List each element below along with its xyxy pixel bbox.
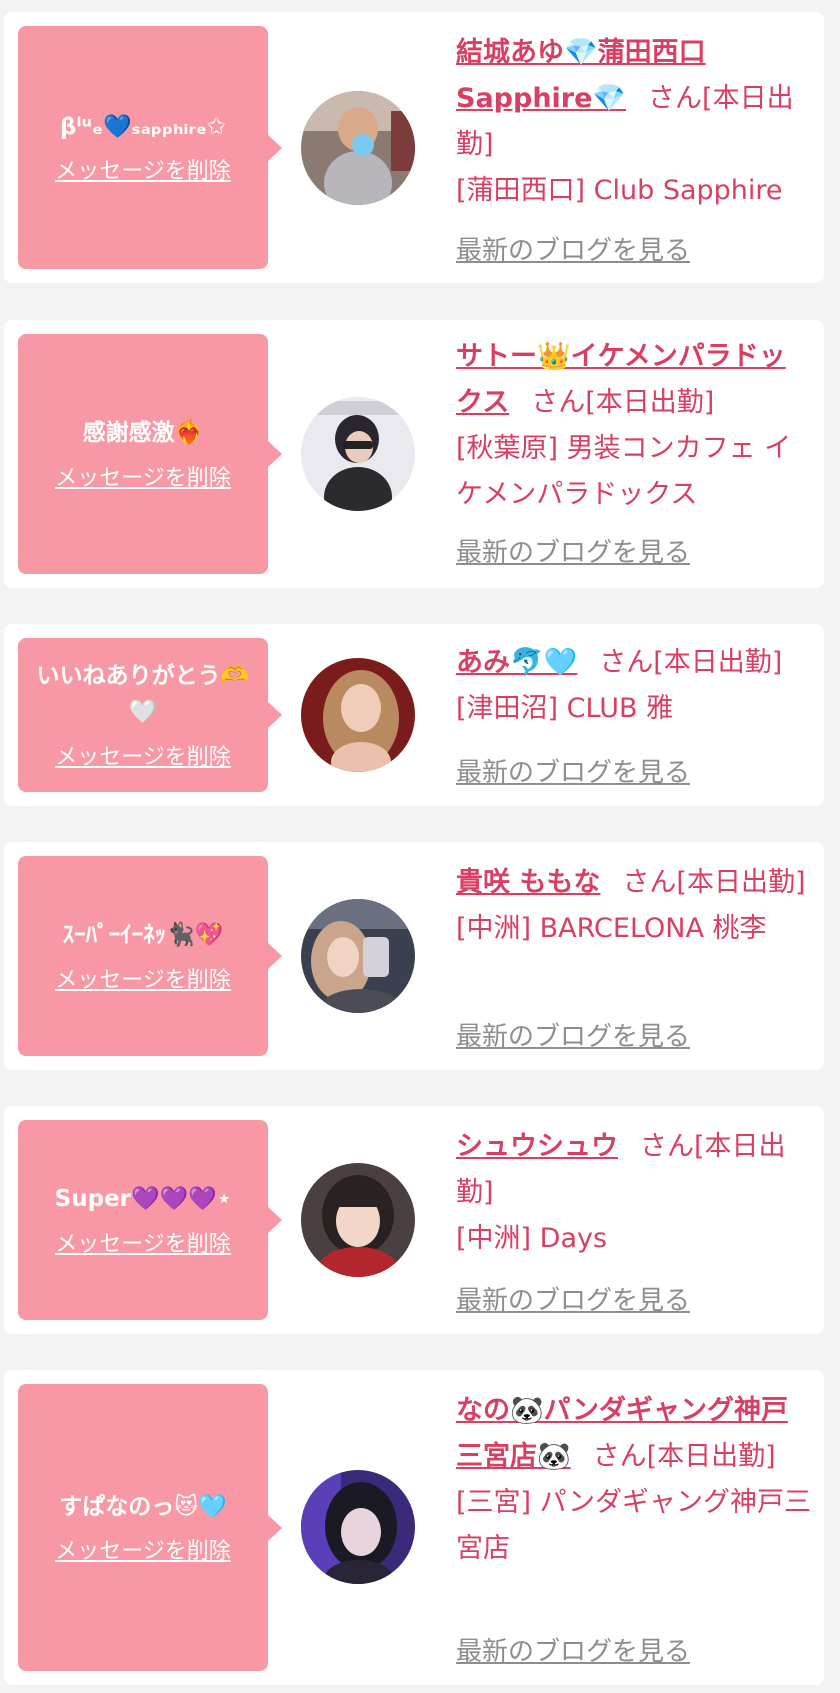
message-text: すぱなのっ😻🩵 — [59, 1493, 227, 1520]
message-text: いいねありがとう🫶🤍 — [36, 663, 250, 725]
san-suffix: さん[本日出勤] — [599, 647, 783, 678]
message-bubble: 感謝感激❤️‍🔥 メッセージを削除 — [18, 334, 282, 574]
cast-info: あみ🐬🩵 さん[本日出勤] [津田沼] CLUB 雅 — [456, 640, 812, 732]
message-card: すぱなのっ😻🩵 メッセージを削除 なの🐼パンダギャング神戸三宮店🐼 さん[本日出勤… — [4, 1370, 824, 1685]
avatar[interactable] — [301, 397, 415, 511]
san-suffix: さん[本日出勤] — [531, 387, 715, 418]
message-bubble: いいねありがとう🫶🤍 メッセージを削除 — [18, 638, 282, 792]
shop-name: [秋葉原] 男装コンカフェ イケメンパラドックス — [456, 433, 792, 510]
cast-name-link[interactable]: シュウシュウ — [456, 1131, 618, 1162]
delete-message-link[interactable]: メッセージを削除 — [55, 460, 231, 492]
delete-message-link[interactable]: メッセージを削除 — [55, 1533, 231, 1565]
avatar[interactable] — [301, 1163, 415, 1277]
message-card: 感謝感激❤️‍🔥 メッセージを削除 サトー👑イケメンパラドックス さん[本日出勤]… — [4, 320, 824, 588]
latest-blog-link[interactable]: 最新のブログを見る — [456, 532, 690, 569]
message-text: βˡᵘₑ💙ₛₐₚₚₕᵢᵣₑ✩ — [59, 113, 227, 140]
latest-blog-link[interactable]: 最新のブログを見る — [456, 752, 690, 789]
latest-blog-link[interactable]: 最新のブログを見る — [456, 1631, 690, 1668]
message-card: いいねありがとう🫶🤍 メッセージを削除 あみ🐬🩵 さん[本日出勤] [津田沼] C… — [4, 624, 824, 806]
shop-name: [津田沼] CLUB 雅 — [456, 693, 674, 724]
cast-info: なの🐼パンダギャング神戸三宮店🐼 さん[本日出勤] [三宮] パンダギャング神戸三… — [456, 1388, 812, 1572]
message-text: ｽｰﾊﾟｰｲｰﾈｯ🐈‍⬛💖 — [62, 922, 224, 949]
message-card: βˡᵘₑ💙ₛₐₚₚₕᵢᵣₑ✩ メッセージを削除 結城あゆ💎蒲田西口Sapphir… — [4, 12, 824, 283]
avatar[interactable] — [301, 1470, 415, 1584]
delete-message-link[interactable]: メッセージを削除 — [55, 962, 231, 994]
shop-name: [三宮] パンダギャング神戸三宮店 — [456, 1487, 811, 1564]
avatar[interactable] — [301, 91, 415, 205]
shop-name: [中洲] BARCELONA 桃李 — [456, 913, 767, 944]
cast-name-link[interactable]: 貴咲 ももな — [456, 867, 600, 898]
cast-info: シュウシュウ さん[本日出勤] [中洲] Days — [456, 1124, 812, 1262]
message-card: Super💜💜💜⋆ メッセージを削除 シュウシュウ さん[本日出勤] [中洲] D… — [4, 1106, 824, 1334]
latest-blog-link[interactable]: 最新のブログを見る — [456, 230, 690, 267]
delete-message-link[interactable]: メッセージを削除 — [55, 153, 231, 185]
message-text: 感謝感激❤️‍🔥 — [82, 420, 204, 447]
latest-blog-link[interactable]: 最新のブログを見る — [456, 1016, 690, 1053]
cast-name-link[interactable]: あみ🐬🩵 — [456, 647, 577, 678]
delete-message-link[interactable]: メッセージを削除 — [55, 739, 231, 771]
san-suffix: さん[本日出勤] — [622, 867, 806, 898]
avatar[interactable] — [301, 899, 415, 1013]
message-bubble: すぱなのっ😻🩵 メッセージを削除 — [18, 1384, 282, 1671]
cast-info: サトー👑イケメンパラドックス さん[本日出勤] [秋葉原] 男装コンカフェ イケメ… — [456, 334, 812, 518]
message-bubble: Super💜💜💜⋆ メッセージを削除 — [18, 1120, 282, 1320]
message-list: βˡᵘₑ💙ₛₐₚₚₕᵢᵣₑ✩ メッセージを削除 結城あゆ💎蒲田西口Sapphir… — [0, 0, 840, 1693]
delete-message-link[interactable]: メッセージを削除 — [55, 1226, 231, 1258]
message-text: Super💜💜💜⋆ — [54, 1186, 232, 1213]
cast-info: 結城あゆ💎蒲田西口Sapphire💎 さん[本日出勤] [蒲田西口] Club S… — [456, 30, 812, 214]
shop-name: [中洲] Days — [456, 1223, 608, 1254]
cast-info: 貴咲 ももな さん[本日出勤] [中洲] BARCELONA 桃李 — [456, 860, 812, 952]
message-bubble: ｽｰﾊﾟｰｲｰﾈｯ🐈‍⬛💖 メッセージを削除 — [18, 856, 282, 1056]
latest-blog-link[interactable]: 最新のブログを見る — [456, 1280, 690, 1317]
shop-name: [蒲田西口] Club Sapphire — [456, 175, 783, 206]
avatar[interactable] — [301, 658, 415, 772]
message-card: ｽｰﾊﾟｰｲｰﾈｯ🐈‍⬛💖 メッセージを削除 貴咲 ももな さん[本日出勤] [中… — [4, 842, 824, 1070]
message-bubble: βˡᵘₑ💙ₛₐₚₚₕᵢᵣₑ✩ メッセージを削除 — [18, 26, 282, 269]
san-suffix: さん[本日出勤] — [592, 1441, 776, 1472]
